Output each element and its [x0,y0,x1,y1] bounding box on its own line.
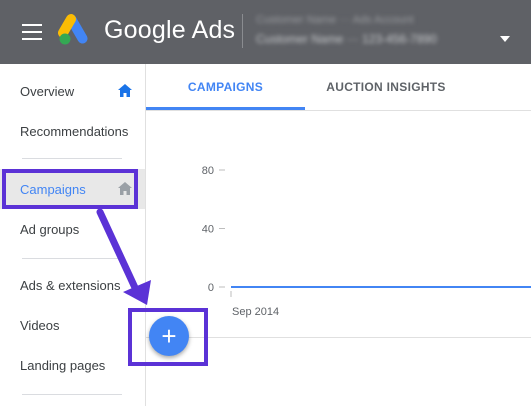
sidebar-item-label: Recommendations [20,123,129,139]
account-name[interactable]: Customer Name ··· Ads Account [256,14,486,26]
sidebar-item-label: Ads & extensions [20,277,121,293]
account-id[interactable]: Customer Name ··· 123-456-7890 [256,32,476,46]
sidebar-item-overview[interactable]: Overview [0,71,145,111]
brand-name: Google Ads [104,16,236,44]
sidebar-item-ad-groups[interactable]: Ad groups [0,209,145,249]
sidebar-item-videos[interactable]: Videos [0,305,145,345]
tab-campaigns[interactable]: CAMPAIGNS [146,64,305,110]
sidebar-nav: Overview Recommendations Campaigns Ad gr… [0,64,146,406]
x-tick-label: Sep 2014 [232,306,279,318]
home-icon [118,84,132,97]
y-tick-label: 0 [208,282,214,294]
sidebar-item-recommendations[interactable]: Recommendations [0,111,145,151]
performance-chart: 80 40 0 Sep 2014 [146,111,531,337]
sidebar-item-label: Ad groups [20,221,80,237]
active-tab-indicator [146,107,305,110]
y-tick-label: 80 [202,165,214,177]
add-campaign-fab-button[interactable]: + [149,316,189,356]
google-ads-logo-icon [58,14,88,45]
sidebar-divider [22,258,122,259]
top-app-bar: Google Ads Customer Name ··· Ads Account… [0,0,531,64]
hamburger-menu-icon[interactable] [22,24,42,40]
account-dropdown-caret-icon[interactable] [500,36,510,42]
sidebar-item-label: Videos [20,317,60,333]
sidebar-item-ads-extensions[interactable]: Ads & extensions [0,265,145,305]
tab-bar: CAMPAIGNS AUCTION INSIGHTS [146,64,531,111]
y-tick-label: 40 [202,224,214,236]
sidebar-item-label: Landing pages [20,357,106,373]
campaigns-highlight-box [2,169,138,209]
header-divider [242,14,243,48]
sidebar-item-landing-pages[interactable]: Landing pages [0,345,145,385]
sidebar-divider [22,394,122,395]
tab-auction-insights[interactable]: AUCTION INSIGHTS [305,64,467,110]
sidebar-item-label: Overview [20,83,75,99]
chart-svg: 80 40 0 Sep 2014 [202,165,531,318]
sidebar-divider [22,158,122,159]
